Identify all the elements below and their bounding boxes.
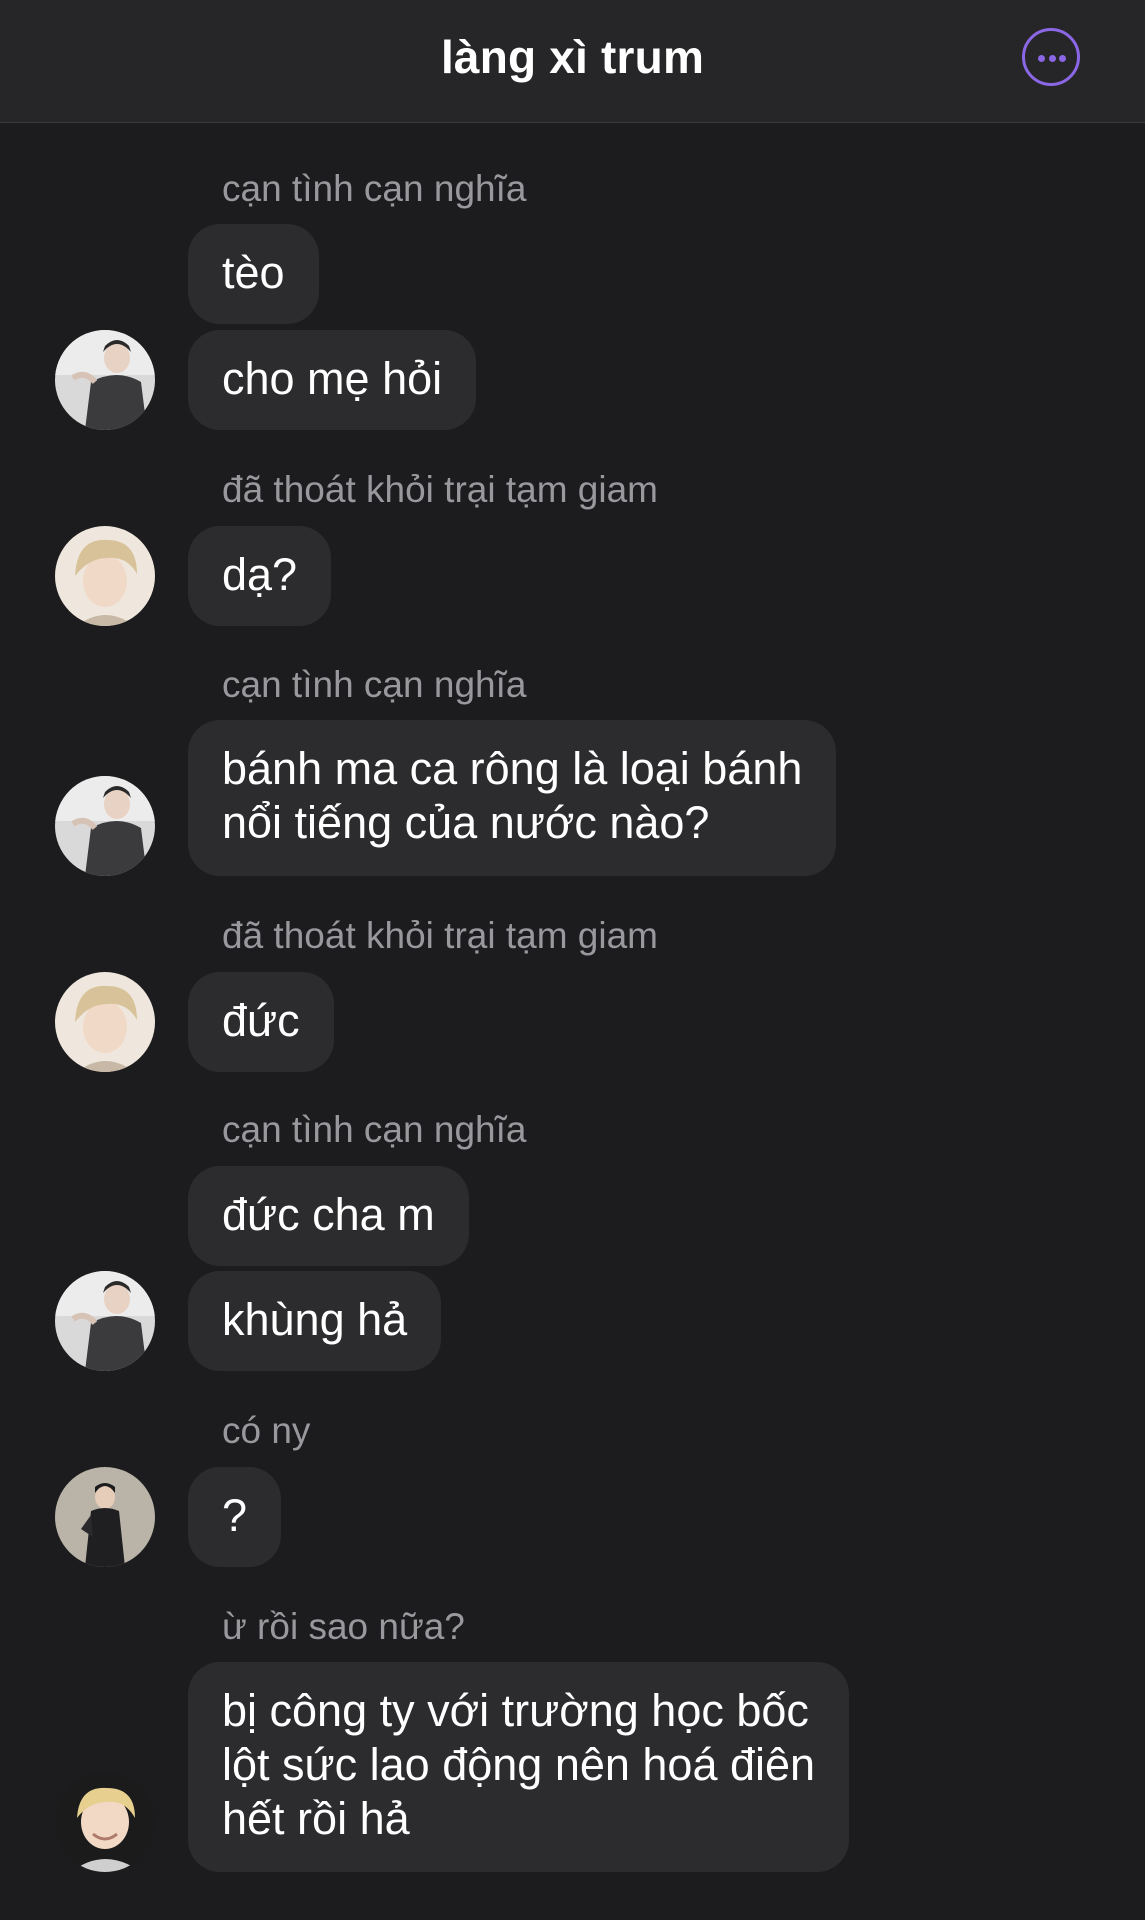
message-bubble[interactable]: dạ? [188, 526, 332, 626]
message-line: bánh ma ca rông là loại bánh [222, 743, 803, 794]
sender-name: cạn tình cạn nghĩa [222, 168, 527, 209]
avatar[interactable] [55, 776, 155, 876]
message-bubble[interactable]: tèo [188, 224, 319, 324]
sender-name: cạn tình cạn nghĩa [222, 664, 527, 705]
sender-name: cạn tình cạn nghĩa [222, 1109, 527, 1150]
sender-name: ừ rồi sao nữa? [222, 1606, 465, 1647]
chat-header: làng xì trum [0, 0, 1145, 123]
avatar[interactable] [55, 330, 155, 430]
sender-name: đã thoát khỏi trại tạm giam [222, 915, 658, 956]
message-line: hết rồi hả [222, 1793, 410, 1844]
sender-name: có ny [222, 1410, 311, 1451]
message-bubble[interactable]: ? [188, 1467, 282, 1567]
message-bubble[interactable]: cho mẹ hỏi [188, 330, 477, 430]
avatar[interactable] [55, 1467, 155, 1567]
message-bubble[interactable]: đức [188, 972, 334, 1072]
message-line: nổi tiếng của nước nào? [222, 797, 710, 848]
sender-name: đã thoát khỏi trại tạm giam [222, 469, 658, 510]
avatar[interactable] [55, 1271, 155, 1371]
message-bubble[interactable]: bánh ma ca rông là loại bánh nổi tiếng c… [188, 720, 837, 876]
chat-title: làng xì trum [440, 31, 705, 83]
avatar[interactable] [55, 972, 155, 1072]
message-bubble[interactable]: bị công ty với trường học bốc lột sức la… [188, 1662, 850, 1872]
avatar[interactable] [55, 526, 155, 626]
message-line: lột sức lao động nên hoá điên [222, 1739, 816, 1790]
ellipsis-circle-icon[interactable] [1022, 28, 1080, 86]
message-line: bị công ty với trường học bốc [222, 1685, 809, 1736]
message-bubble[interactable]: khùng hả [188, 1271, 442, 1371]
message-bubble[interactable]: đức cha m [188, 1166, 469, 1266]
avatar[interactable] [55, 1772, 155, 1872]
